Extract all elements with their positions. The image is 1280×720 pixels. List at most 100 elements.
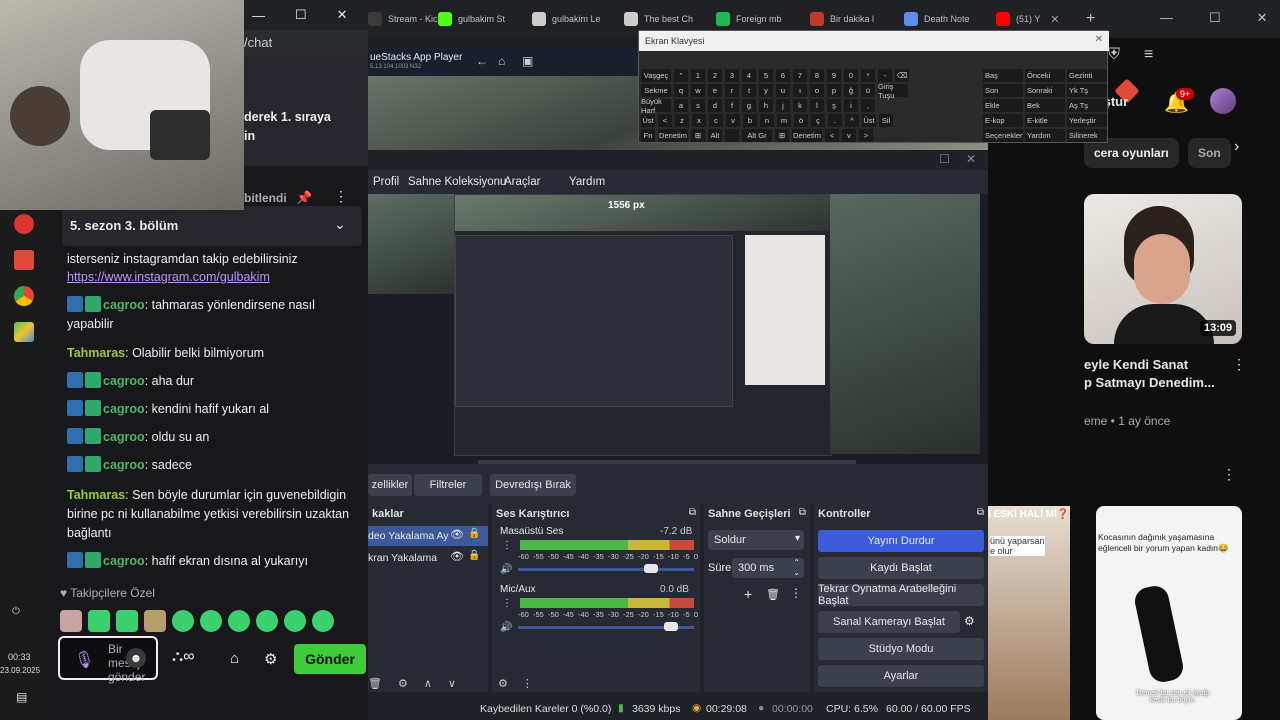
osk-key[interactable]: q <box>674 84 688 97</box>
eye-icon[interactable]: 👁 <box>450 528 464 541</box>
volume-slider[interactable] <box>518 568 694 571</box>
recent-apps-icon[interactable]: ▣ <box>522 54 533 68</box>
gear-icon[interactable]: ⚙ <box>264 650 277 668</box>
osk-key[interactable]: " <box>674 69 688 82</box>
osk-key[interactable]: Alt Gr <box>742 129 772 142</box>
app-icon-1[interactable] <box>14 214 34 234</box>
osk-key[interactable]: > <box>859 129 873 142</box>
osk-key[interactable]: Denetim <box>792 129 822 142</box>
browser-tab[interactable]: Foreign mb <box>716 6 802 32</box>
subscriber-badge-icon[interactable] <box>85 296 101 312</box>
new-tab-button[interactable]: + <box>1086 10 1095 28</box>
chat-username[interactable]: cagroo <box>103 458 145 472</box>
chevron-down-icon[interactable]: ▾ <box>795 533 800 544</box>
obs-source-button[interactable]: zellikler <box>368 474 412 496</box>
osk-key[interactable]: c <box>709 114 723 127</box>
browser-tab[interactable]: Death Note <box>904 6 990 32</box>
osk-key[interactable]: 0 <box>844 69 858 82</box>
url-bar[interactable]: /chat <box>244 30 368 56</box>
minimize-button[interactable]: — <box>1160 10 1173 26</box>
osk-side-key[interactable]: E-kitle <box>1025 114 1065 127</box>
osk-key[interactable]: Vaşgeç <box>641 69 671 82</box>
source-1[interactable]: deo Yakalama Ay <box>368 530 449 542</box>
osk-side-key[interactable]: Seçenekler <box>983 129 1023 142</box>
osk-key[interactable]: 7 <box>793 69 807 82</box>
emoji-icon[interactable]: ☻ <box>126 648 146 668</box>
osk-key[interactable]: - <box>878 69 892 82</box>
subscriber-badge-icon[interactable] <box>85 428 101 444</box>
chevron-right-icon[interactable]: › <box>1234 138 1239 156</box>
maximize-button[interactable]: ☐ <box>1209 10 1221 26</box>
osk-key[interactable]: i <box>844 99 858 112</box>
subscriber-badge-icon[interactable] <box>85 456 101 472</box>
gear-icon[interactable]: ⚙ <box>964 614 975 628</box>
up-icon[interactable]: ∧ <box>424 677 432 690</box>
osk-key[interactable]: Üst <box>862 114 876 127</box>
eye-icon[interactable]: 👁 <box>450 550 464 563</box>
emote[interactable] <box>312 610 334 632</box>
shield-icon[interactable]: ⛨ <box>1108 46 1120 64</box>
preview-scrollbar[interactable] <box>478 460 856 464</box>
speaker-icon[interactable]: 🔊 <box>500 564 512 575</box>
obs-control-button[interactable]: Yayını Durdur <box>818 530 984 552</box>
dock-float-icon[interactable]: ⧉ <box>977 507 984 518</box>
mic-icon[interactable]: 🎙 <box>74 650 94 670</box>
osk-key[interactable]: 3 <box>725 69 739 82</box>
osk-key[interactable]: k <box>793 99 807 112</box>
browser-tab[interactable]: The best Ch <box>624 6 710 32</box>
volume-slider-handle[interactable] <box>663 622 678 631</box>
pinned-message[interactable]: 5. sezon 3. bölüm ⌄ <box>62 206 362 246</box>
gear-icon[interactable]: ⚙ <box>498 677 508 690</box>
subscriber-badge-icon[interactable] <box>85 552 101 568</box>
osk-key[interactable]: h <box>759 99 773 112</box>
bluestacks-icon[interactable] <box>14 322 34 342</box>
send-button[interactable]: Gönder <box>294 644 366 674</box>
chrome-icon[interactable] <box>14 286 34 306</box>
osk-side-key[interactable]: Son <box>983 84 1023 97</box>
osk-key[interactable]: Sekme <box>641 84 671 97</box>
source-2[interactable]: kran Yakalama <box>368 552 437 564</box>
obs-menu-item[interactable]: Sahne Koleksiyonu <box>408 176 506 188</box>
emote[interactable] <box>60 610 82 632</box>
moderator-badge-icon[interactable] <box>67 456 83 472</box>
chat-username[interactable]: Tahmaras <box>67 488 125 502</box>
emote[interactable] <box>144 610 166 632</box>
osk-key[interactable]: z <box>675 114 689 127</box>
pin-icon[interactable]: 📌 <box>296 190 312 206</box>
lock-icon[interactable]: 🔒 <box>468 550 480 561</box>
delete-icon[interactable]: 🗑 <box>368 677 382 690</box>
subscriber-badge-icon[interactable] <box>85 400 101 416</box>
osk-key[interactable]: 6 <box>776 69 790 82</box>
osk-key[interactable]: Giriş Tuşu <box>878 82 908 100</box>
osk-key[interactable]: . <box>828 114 842 127</box>
video-title-1[interactable]: eyle Kendi Sanat p Satmayı Denedim... <box>1084 356 1234 392</box>
moderator-badge-icon[interactable] <box>67 372 83 388</box>
osk-key[interactable]: < <box>658 114 672 127</box>
osk-side-key[interactable]: Baş <box>983 69 1023 82</box>
osk-key[interactable]: n <box>760 114 774 127</box>
osk-key[interactable]: * <box>861 69 875 82</box>
usb-icon[interactable]: ⏻ <box>12 606 20 617</box>
osk-key[interactable]: ı <box>793 84 807 97</box>
emote[interactable] <box>116 610 138 632</box>
obs-menu-item[interactable]: Yardım <box>569 176 605 188</box>
osk-side-key[interactable]: Yerleştir <box>1067 114 1107 127</box>
browser-tab[interactable]: gulbakim St <box>438 6 524 32</box>
more-icon[interactable]: ⋮ <box>502 540 512 551</box>
emote[interactable] <box>88 610 110 632</box>
add-icon[interactable]: + <box>744 586 752 602</box>
obs-source-button[interactable]: Devredışı Bırak <box>490 474 576 496</box>
obs-control-button[interactable]: Sanal Kamerayı Başlat <box>818 611 960 633</box>
osk-key[interactable]: Büyük Harf <box>641 97 671 115</box>
stepper-icon[interactable]: ⌃ ⌄ <box>793 558 800 578</box>
osk-key[interactable]: ç <box>811 114 825 127</box>
notification-icon[interactable]: ▤ <box>16 690 27 704</box>
more-icon[interactable]: ⋮ <box>1232 356 1246 373</box>
obs-menu-item[interactable]: Profil <box>373 176 399 188</box>
osk-key[interactable]: x <box>692 114 706 127</box>
close-icon[interactable]: ✕ <box>1095 34 1103 45</box>
obs-preview[interactable]: 1556 px <box>368 194 988 464</box>
maximize-icon[interactable]: ☐ <box>939 152 950 166</box>
moderator-badge-icon[interactable] <box>67 296 83 312</box>
browser-tab[interactable]: gulbakim Le <box>532 6 618 32</box>
